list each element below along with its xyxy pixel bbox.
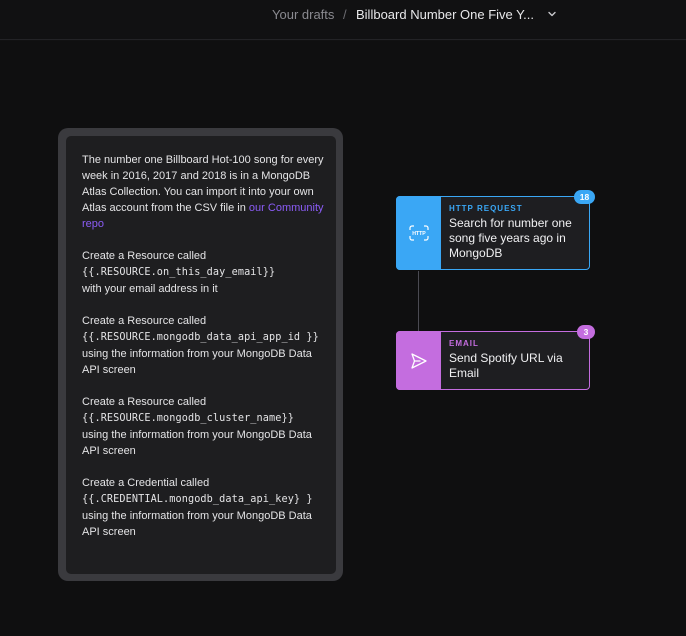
send-icon [410, 352, 427, 369]
count-badge: 18 [574, 190, 595, 204]
svg-text:HTTP: HTTP [412, 231, 426, 237]
chevron-down-icon[interactable] [546, 8, 558, 20]
node-type-label: HTTP REQUEST [449, 204, 523, 213]
node-type-label: EMAIL [449, 339, 479, 348]
note-code: {{.CREDENTIAL.mongodb_data_api_key} } [82, 494, 313, 505]
http-node-icon-box: HTTP [396, 196, 441, 270]
note-paragraph: Create a Resource called {{.RESOURCE.mon… [82, 313, 326, 378]
note-code: {{.RESOURCE.mongodb_cluster_name}} [82, 413, 294, 424]
flow-connector [418, 271, 419, 331]
note-text: Create a Resource called [82, 396, 207, 408]
note-text: with your email address in it [82, 283, 218, 295]
count-badge: 3 [577, 325, 595, 339]
note-text: Create a Resource called [82, 315, 207, 327]
note-paragraph: The number one Billboard Hot-100 song fo… [82, 152, 326, 232]
note-text: Create a Credential called [82, 477, 210, 489]
email-node[interactable]: EMAIL Send Spotify URL via Email 3 [396, 325, 595, 390]
top-bar: Your drafts / Billboard Number One Five … [0, 0, 686, 40]
node-title: Search for number one song five years ag… [449, 216, 572, 260]
note-text: using the information from your MongoDB … [82, 510, 312, 538]
note-card[interactable]: The number one Billboard Hot-100 song fo… [66, 136, 336, 574]
breadcrumb-current-title[interactable]: Billboard Number One Five Y... [356, 7, 534, 23]
note-paragraph: Create a Resource called {{.RESOURCE.mon… [82, 394, 326, 459]
http-request-node[interactable]: HTTP HTTP REQUEST Search for number one … [396, 190, 595, 270]
note-text: using the information from your MongoDB … [82, 348, 312, 376]
breadcrumb-parent-link[interactable]: Your drafts [272, 7, 334, 23]
note-paragraph: Create a Resource called {{.RESOURCE.on_… [82, 248, 326, 297]
email-node-icon-box [396, 331, 441, 390]
breadcrumb-separator: / [343, 7, 347, 22]
note-code: {{.RESOURCE.mongodb_data_api_app_id }} [82, 332, 319, 343]
note-paragraph: Create a Credential called {{.CREDENTIAL… [82, 475, 326, 540]
note-text: using the information from your MongoDB … [82, 429, 312, 457]
note-code: {{.RESOURCE.on_this_day_email}} [82, 267, 276, 278]
node-title: Send Spotify URL via Email [449, 351, 563, 380]
http-icon: HTTP [408, 225, 429, 241]
note-text: Create a Resource called [82, 250, 207, 262]
